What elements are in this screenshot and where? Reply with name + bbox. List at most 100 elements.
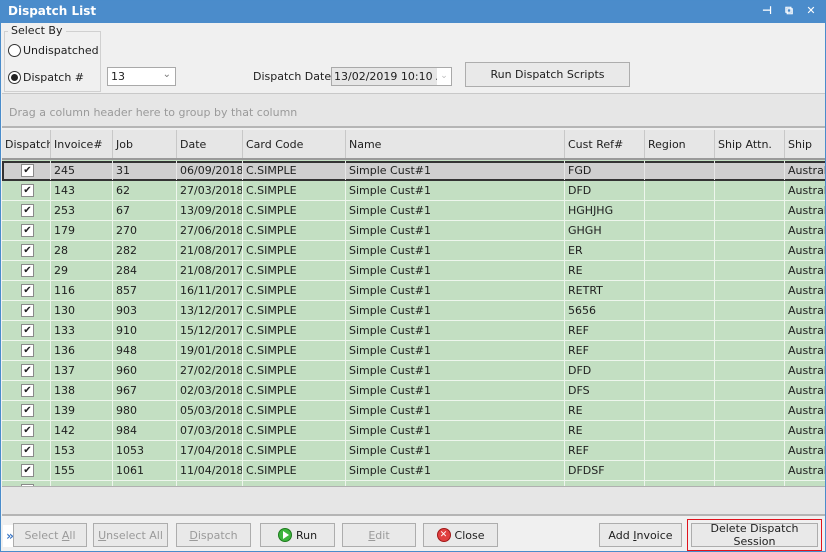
table-row[interactable]: ✔ 116 857 16/11/2017 C.SIMPLE Simple Cust#1 RE… — [2, 281, 825, 301]
cell-dispatch: ✔ — [2, 361, 51, 380]
dispatch-checkbox[interactable]: ✔ — [21, 404, 34, 417]
chevron-down-icon[interactable]: ⌄ — [437, 68, 451, 85]
close-button[interactable]: ✕ Close — [423, 523, 498, 547]
table-row[interactable]: ✔ 28 282 21/08/2017 C.SIMPLE Simple Cust#1 ER A… — [2, 241, 825, 261]
delete-dispatch-session-button[interactable]: Delete Dispatch Session — [691, 522, 818, 548]
cell-ship-attn — [715, 441, 785, 460]
cell-date: 11/04/2018 — [177, 461, 243, 480]
chevron-down-icon[interactable]: ⌄ — [163, 69, 171, 80]
label-post: nselect All — [106, 528, 163, 542]
table-row[interactable]: ✔ 245 31 06/09/2018 C.SIMPLE Simple Cust#1 FGD… — [2, 161, 825, 181]
cell-dispatch: ✔ — [2, 301, 51, 320]
cell-card-code: C.SIMPLE — [243, 441, 346, 460]
cell-job: 67 — [113, 201, 177, 220]
column-header-invoice[interactable]: Invoice# — [51, 130, 113, 158]
dispatch-number-select[interactable]: 13 ⌄ — [107, 67, 176, 86]
cell-card-code: C.SIMPLE — [243, 361, 346, 380]
cell-ship-attn — [715, 261, 785, 280]
cell-card-code: C.SIMPLE — [243, 261, 346, 280]
dispatch-checkbox[interactable]: ✔ — [21, 444, 34, 457]
dispatch-button[interactable]: Dispatch — [176, 523, 251, 547]
column-header-name[interactable]: Name — [346, 130, 565, 158]
dispatch-grid: Dispatch Invoice# Job Date Card Code Name Cust… — [2, 130, 825, 486]
table-row[interactable]: ✔ 139 980 05/03/2018 C.SIMPLE Simple Cust#1 RE… — [2, 401, 825, 421]
radio-undispatched[interactable]: Undispatched — [8, 44, 99, 57]
group-by-panel[interactable]: Drag a column header here to group by th… — [2, 94, 825, 128]
dispatch-checkbox[interactable]: ✔ — [21, 264, 34, 277]
dispatch-checkbox[interactable]: ✔ — [21, 324, 34, 337]
column-header-region[interactable]: Region — [645, 130, 715, 158]
select-all-button[interactable]: Select All — [13, 523, 87, 547]
table-row[interactable]: ✔ 143 62 27/03/2018 C.SIMPLE Simple Cust#1 DFD… — [2, 181, 825, 201]
table-row[interactable]: ✔ 137 960 27/02/2018 C.SIMPLE Simple Cust#1 DF… — [2, 361, 825, 381]
table-row[interactable]: ✔ 253 67 13/09/2018 C.SIMPLE Simple Cust#1 HGH… — [2, 201, 825, 221]
cell-ship: Australia — [785, 281, 825, 300]
dispatch-checkbox[interactable]: ✔ — [21, 364, 34, 377]
cell-invoice: 138 — [51, 381, 113, 400]
cell-ship-attn — [715, 361, 785, 380]
cell-dispatch: ✔ — [2, 281, 51, 300]
dispatch-checkbox[interactable]: ✔ — [21, 284, 34, 297]
table-row[interactable]: ✔ 155 1061 11/04/2018 C.SIMPLE Simple Cust#1 D… — [2, 461, 825, 481]
table-row[interactable]: ✔ 142 984 07/03/2018 C.SIMPLE Simple Cust#1 RE… — [2, 421, 825, 441]
radio-dispatch-number[interactable]: Dispatch # — [8, 71, 84, 84]
dispatch-checkbox[interactable]: ✔ — [21, 344, 34, 357]
cell-cust-ref: RE — [565, 401, 645, 420]
unselect-all-button[interactable]: Unselect All — [93, 523, 168, 547]
table-row[interactable]: ✔ 136 948 19/01/2018 C.SIMPLE Simple Cust#1 RE… — [2, 341, 825, 361]
cell-date: 19/01/2018 — [177, 341, 243, 360]
dispatch-checkbox[interactable]: ✔ — [21, 244, 34, 257]
cell-cust-ref: REF — [565, 441, 645, 460]
restore-icon[interactable]: ⧉ — [783, 5, 795, 17]
radio-circle-selected[interactable] — [8, 71, 21, 84]
run-dispatch-scripts-button[interactable]: Run Dispatch Scripts — [465, 62, 630, 87]
cell-name: Simple Cust#1 — [346, 381, 565, 400]
dispatch-checkbox[interactable]: ✔ — [21, 164, 34, 177]
dispatch-checkbox[interactable]: ✔ — [21, 424, 34, 437]
add-invoice-button[interactable]: Add Invoice — [599, 523, 682, 547]
cell-date: 07/03/2018 — [177, 421, 243, 440]
close-icon[interactable]: ✕ — [805, 5, 817, 17]
column-header-ship-attn[interactable]: Ship Attn. — [715, 130, 785, 158]
column-header-date[interactable]: Date — [177, 130, 243, 158]
close-circle-icon: ✕ — [436, 528, 451, 542]
cell-card-code: C.SIMPLE — [243, 341, 346, 360]
table-row[interactable]: ✔ 133 910 15/12/2017 C.SIMPLE Simple Cust#1 RE… — [2, 321, 825, 341]
table-row[interactable]: ✔ 153 1053 17/04/2018 C.SIMPLE Simple Cust#1 R… — [2, 441, 825, 461]
cell-cust-ref: RE — [565, 261, 645, 280]
table-row[interactable]: ✔ 179 270 27/06/2018 C.SIMPLE Simple Cust#1 GH… — [2, 221, 825, 241]
table-row[interactable]: ✔ 130 903 13/12/2017 C.SIMPLE Simple Cust#1 56… — [2, 301, 825, 321]
table-row[interactable]: ✔ 29 284 21/08/2017 C.SIMPLE Simple Cust#1 RE A… — [2, 261, 825, 281]
cell-cust-ref: GHGH — [565, 221, 645, 240]
column-header-ship[interactable]: Ship — [785, 130, 825, 158]
radio-circle[interactable] — [8, 44, 21, 57]
cell-name: Simple Cust#1 — [346, 161, 565, 180]
dispatch-checkbox[interactable]: ✔ — [21, 184, 34, 197]
edit-button[interactable]: Edit — [342, 523, 416, 547]
cell-invoice: 130 — [51, 301, 113, 320]
dispatch-checkbox[interactable]: ✔ — [21, 224, 34, 237]
cell-date: 05/03/2018 — [177, 401, 243, 420]
cell-ship-attn — [715, 401, 785, 420]
pin-icon[interactable]: ⊣ — [761, 5, 773, 17]
close-label: Close — [454, 528, 485, 542]
cell-region — [645, 441, 715, 460]
column-header-job[interactable]: Job — [113, 130, 177, 158]
play-icon — [277, 528, 292, 542]
dispatch-checkbox[interactable]: ✔ — [21, 304, 34, 317]
cell-cust-ref: 5656 — [565, 301, 645, 320]
dispatch-date-field[interactable]: 13/02/2019 10:10 AM ⌄ — [331, 67, 452, 86]
table-row[interactable]: ✔ 138 967 02/03/2018 C.SIMPLE Simple Cust#1 DF… — [2, 381, 825, 401]
cell-card-code: C.SIMPLE — [243, 381, 346, 400]
run-button[interactable]: Run — [260, 523, 335, 547]
column-header-dispatch[interactable]: Dispatch — [2, 130, 51, 158]
column-header-card-code[interactable]: Card Code — [243, 130, 346, 158]
dispatch-date-value: 13/02/2019 10:10 AM — [334, 70, 452, 83]
dispatch-checkbox[interactable]: ✔ — [21, 464, 34, 477]
cell-dispatch: ✔ — [2, 181, 51, 200]
cell-dispatch: ✔ — [2, 401, 51, 420]
cell-invoice: 142 — [51, 421, 113, 440]
dispatch-checkbox[interactable]: ✔ — [21, 384, 34, 397]
dispatch-checkbox[interactable]: ✔ — [21, 204, 34, 217]
column-header-cust-ref[interactable]: Cust Ref# — [565, 130, 645, 158]
